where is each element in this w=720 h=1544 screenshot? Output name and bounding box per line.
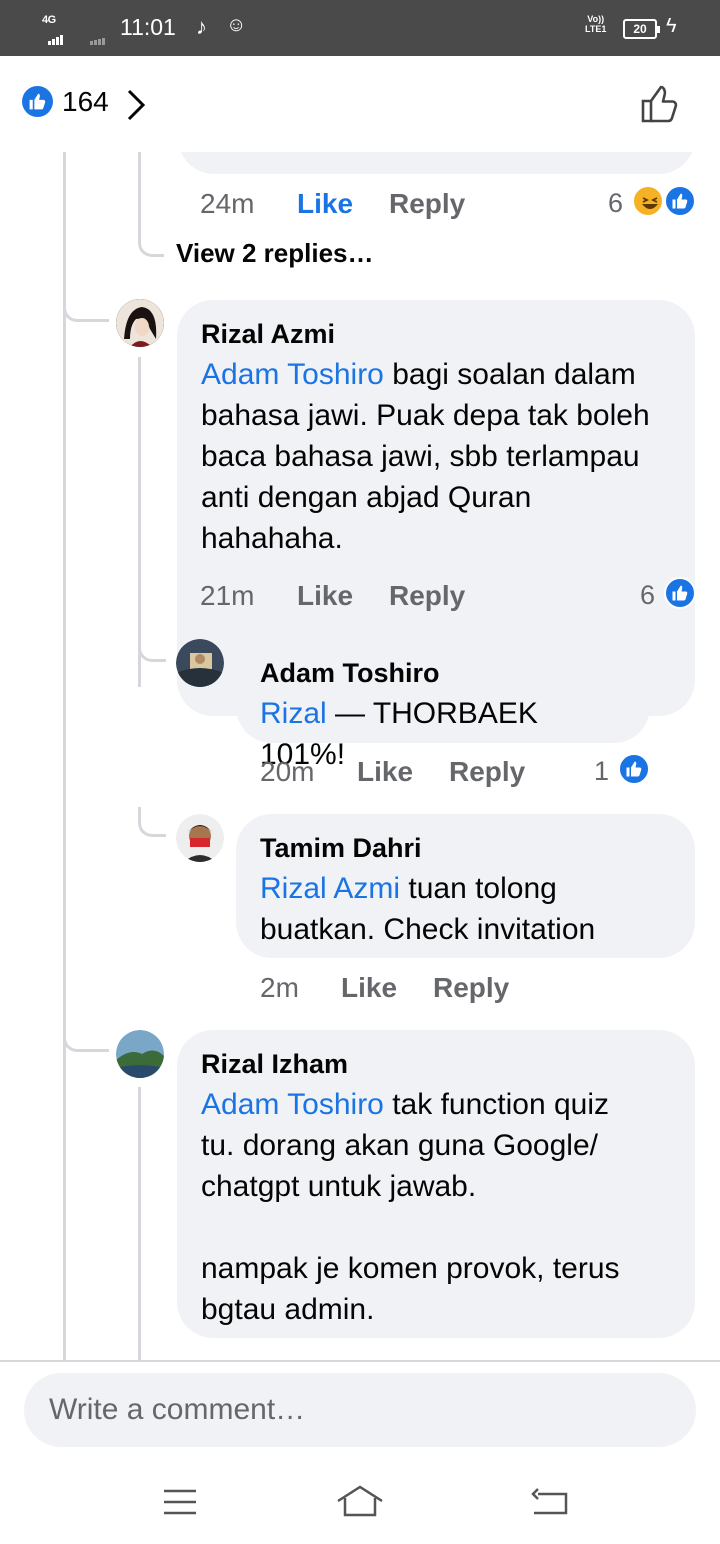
volte-label: Vo)) <box>587 14 605 24</box>
avatar[interactable] <box>176 814 224 862</box>
comment-bubble[interactable]: Rizal Izham Adam Toshiro tak function qu… <box>177 1030 695 1338</box>
reaction-count[interactable]: 164 <box>62 86 109 118</box>
battery-icon: 20 <box>623 19 660 39</box>
signal-sim2-icon <box>90 27 106 45</box>
comment-time: 21m <box>200 580 255 611</box>
lte-label: LTE1 <box>585 24 607 34</box>
charging-icon: ϟ <box>666 15 677 37</box>
like-icon <box>618 753 650 785</box>
comment-text-line: bgtau admin. <box>201 1293 375 1326</box>
comment-input[interactable]: Write a comment… <box>24 1373 696 1447</box>
notification-app-icon: ☺ <box>226 14 247 36</box>
comment-actions: 2m Like Reply <box>260 972 580 1012</box>
thread-line <box>63 152 66 1360</box>
thread-connector <box>138 152 164 257</box>
comment-text-line: tuan tolong <box>408 872 557 905</box>
status-bar: 4G 11:01 ♪ ☺ Vo)) LTE1 20 ϟ <box>0 0 720 56</box>
comment-time: 24m <box>200 188 255 219</box>
back-icon[interactable] <box>530 1486 570 1516</box>
comment-input-placeholder: Write a comment… <box>49 1393 306 1426</box>
comment-author[interactable]: Rizal Izham <box>201 1044 671 1084</box>
comment-author[interactable]: Tamim Dahri <box>260 828 671 868</box>
comment-text-line: hahahaha. <box>201 522 343 555</box>
mention-link[interactable]: Adam Toshiro <box>201 1088 384 1121</box>
reply-button[interactable]: Reply <box>389 580 465 612</box>
like-icon <box>22 86 53 117</box>
volte-indicator: Vo)) LTE1 <box>585 14 606 34</box>
mention-link[interactable]: Rizal Azmi <box>260 872 400 905</box>
comment-time: 2m <box>260 972 299 1003</box>
chevron-right-icon[interactable] <box>124 88 148 122</box>
avatar[interactable] <box>176 639 224 687</box>
comment-bubble[interactable] <box>178 152 695 174</box>
comment-actions: 24m Like Reply <box>200 188 660 228</box>
like-icon <box>664 577 696 609</box>
comment-bubble[interactable]: Tamim Dahri Rizal Azmi tuan tolong buatk… <box>236 814 695 958</box>
comment-text: Rizal Azmi tuan tolong buatkan. Check in… <box>260 868 671 950</box>
mention-link[interactable]: Rizal <box>260 697 327 730</box>
thread-connector <box>138 632 166 662</box>
like-icon <box>664 185 696 217</box>
comment-text-line: bahasa jawi. Puak depa tak boleh <box>201 399 650 432</box>
tiktok-icon: ♪ <box>196 14 207 39</box>
thread-connector <box>63 1022 109 1052</box>
home-icon[interactable] <box>335 1484 385 1518</box>
menu-icon[interactable] <box>162 1488 198 1516</box>
reaction-count: 1 <box>594 756 610 786</box>
network-type: 4G <box>42 14 56 26</box>
comment-text: Adam Toshiro tak function quiz tu. doran… <box>201 1084 671 1330</box>
view-replies-link[interactable]: View 2 replies… <box>176 238 374 269</box>
like-button[interactable]: Like <box>297 580 353 612</box>
comment-text-line: bagi soalan dalam <box>392 358 636 391</box>
thread-connector <box>63 292 109 322</box>
comment-time: 20m <box>260 756 315 787</box>
comment-text-line: chatgpt untuk jawab. <box>201 1170 477 1203</box>
comment-text: Adam Toshiro bagi soalan dalam bahasa ja… <box>201 354 671 559</box>
comment-text-line: nampak je komen provok, terus <box>201 1252 620 1285</box>
thread-line <box>138 1087 141 1360</box>
mention-link[interactable]: Adam Toshiro <box>201 358 384 391</box>
signal-icon <box>48 27 64 45</box>
like-outline-icon[interactable] <box>640 84 680 124</box>
comment-actions: 20m Like Reply <box>260 756 580 796</box>
comment-text-line: buatkan. Check invitation <box>260 913 596 946</box>
avatar[interactable] <box>116 299 164 347</box>
comment-bubble[interactable]: Adam Toshiro Rizal — THORBAEK 101%! <box>236 639 650 771</box>
comment-thread[interactable]: 24m Like Reply 6 View 2 replies… Rizal A… <box>0 152 720 1360</box>
haha-icon <box>632 185 664 217</box>
avatar[interactable] <box>116 1030 164 1078</box>
reactions-header[interactable]: 164 <box>0 56 720 152</box>
comment-author[interactable]: Rizal Azmi <box>201 314 671 354</box>
reaction-count: 6 <box>608 188 624 218</box>
comment-text-line: tu. dorang akan guna Google/ <box>201 1129 598 1162</box>
comment-text-line: baca bahasa jawi, sbb terlampau <box>201 440 640 473</box>
reply-button[interactable]: Reply <box>449 756 525 788</box>
reply-button[interactable]: Reply <box>433 972 509 1004</box>
battery-level: 20 <box>633 22 647 36</box>
comment-actions: 21m Like Reply <box>200 580 660 620</box>
like-button[interactable]: Like <box>357 756 413 788</box>
comment-text-line: tak function quiz <box>392 1088 610 1121</box>
like-button[interactable]: Like <box>297 188 353 220</box>
comment-text-line: anti dengan abjad Quran <box>201 481 532 514</box>
system-nav-bar <box>0 1456 720 1544</box>
thread-connector <box>138 807 166 837</box>
reaction-count: 6 <box>640 580 656 610</box>
divider <box>0 1360 720 1362</box>
reply-button[interactable]: Reply <box>389 188 465 220</box>
like-button[interactable]: Like <box>341 972 397 1004</box>
clock: 11:01 <box>120 14 176 40</box>
comment-author[interactable]: Adam Toshiro <box>260 653 626 693</box>
